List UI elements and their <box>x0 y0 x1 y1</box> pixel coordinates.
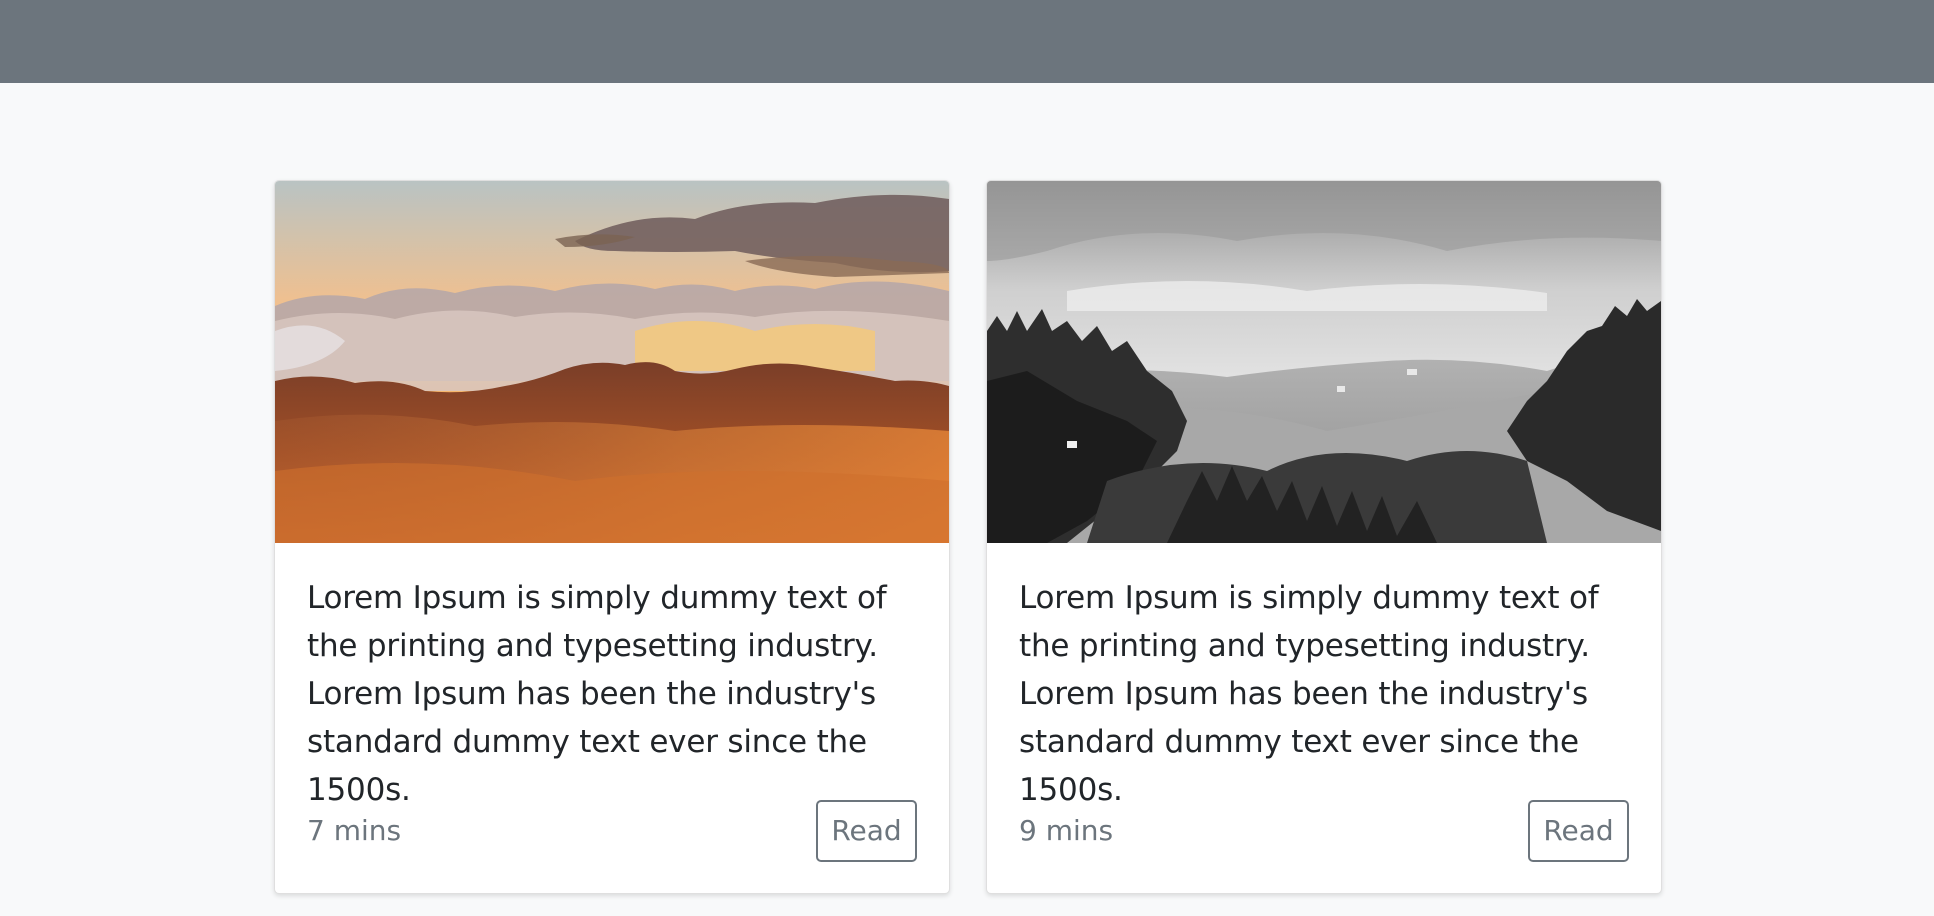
card-footer: 9 mins Read <box>1019 800 1629 862</box>
read-button[interactable]: Read <box>1528 800 1629 862</box>
read-button[interactable]: Read <box>816 800 917 862</box>
card-body: Lorem Ipsum is simply dummy text of the … <box>307 574 925 814</box>
article-card: Lorem Ipsum is simply dummy text of the … <box>274 180 950 894</box>
read-time: 7 mins <box>307 814 402 847</box>
article-card: Lorem Ipsum is simply dummy text of the … <box>986 180 1662 894</box>
card-image-mountain-sunset <box>275 181 949 543</box>
card-body: Lorem Ipsum is simply dummy text of the … <box>1019 574 1637 814</box>
card-text: Lorem Ipsum is simply dummy text of the … <box>307 580 887 808</box>
card-text: Lorem Ipsum is simply dummy text of the … <box>1019 580 1599 808</box>
top-navbar <box>0 0 1934 83</box>
read-time: 9 mins <box>1019 814 1114 847</box>
card-footer: 7 mins Read <box>307 800 917 862</box>
card-image-bw-valley <box>987 181 1661 543</box>
